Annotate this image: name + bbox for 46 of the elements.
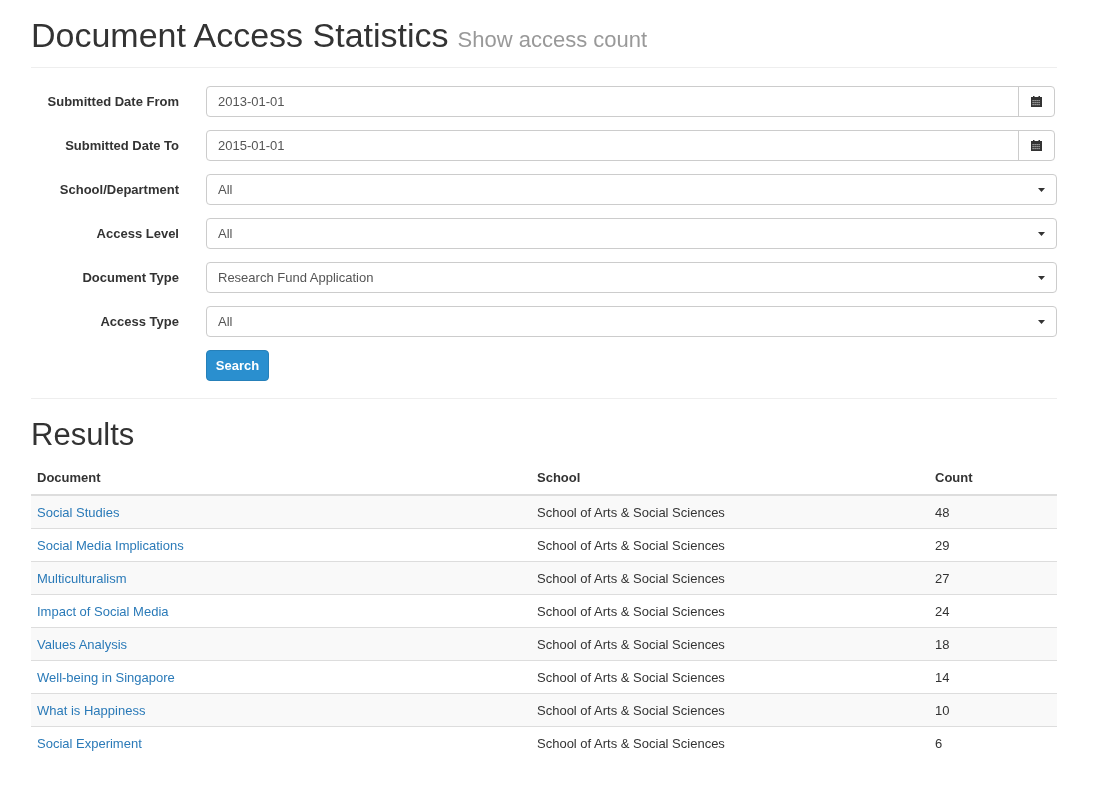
date-field[interactable]: 2015-01-01 bbox=[206, 130, 1055, 161]
count-cell: 29 bbox=[935, 537, 950, 553]
calendar-icon bbox=[1031, 96, 1042, 107]
count-cell: 27 bbox=[935, 570, 950, 586]
select-field[interactable]: All bbox=[206, 306, 1057, 337]
school-cell: School of Arts & Social Sciences bbox=[537, 636, 725, 652]
select-field[interactable]: All bbox=[206, 174, 1057, 205]
calendar-icon bbox=[1031, 140, 1042, 151]
document-link[interactable]: Social Experiment bbox=[37, 735, 142, 751]
field-label: Document Type bbox=[81, 270, 179, 285]
page-title: Document Access Statistics bbox=[31, 16, 449, 55]
page-subtitle: Show access count bbox=[457, 27, 648, 53]
field-label: Submitted Date From bbox=[46, 94, 179, 109]
field-label: Submitted Date To bbox=[64, 138, 179, 153]
caret-icon bbox=[1037, 275, 1045, 280]
results-heading: Results bbox=[31, 417, 136, 453]
document-link[interactable]: Social Media Implications bbox=[37, 537, 184, 553]
count-cell: 10 bbox=[935, 702, 950, 718]
school-cell: School of Arts & Social Sciences bbox=[537, 669, 725, 685]
field-label: School/Department bbox=[58, 182, 179, 197]
field-label: Access Level bbox=[95, 226, 179, 241]
caret-icon bbox=[1037, 231, 1045, 236]
school-cell: School of Arts & Social Sciences bbox=[537, 570, 725, 586]
select-field[interactable]: All bbox=[206, 218, 1057, 249]
select-field[interactable]: Research Fund Application bbox=[206, 262, 1057, 293]
school-cell: School of Arts & Social Sciences bbox=[537, 603, 725, 619]
school-cell: School of Arts & Social Sciences bbox=[537, 504, 725, 520]
school-cell: School of Arts & Social Sciences bbox=[537, 702, 725, 718]
document-link[interactable]: Values Analysis bbox=[37, 636, 128, 652]
document-link[interactable]: Social Studies bbox=[37, 504, 120, 520]
field-label: Access Type bbox=[99, 314, 179, 329]
count-cell: 18 bbox=[935, 636, 950, 652]
date-field[interactable]: 2013-01-01 bbox=[206, 86, 1055, 117]
school-cell: School of Arts & Social Sciences bbox=[537, 537, 725, 553]
caret-icon bbox=[1037, 319, 1045, 324]
search-button[interactable]: Search bbox=[206, 350, 269, 381]
document-link[interactable]: What is Happiness bbox=[37, 702, 146, 718]
document-link[interactable]: Impact of Social Media bbox=[37, 603, 169, 619]
count-cell: 48 bbox=[935, 504, 950, 520]
count-cell: 14 bbox=[935, 669, 950, 685]
document-link[interactable]: Well-being in Singapore bbox=[37, 669, 175, 685]
caret-icon bbox=[1037, 187, 1045, 192]
count-cell: 24 bbox=[935, 603, 950, 619]
school-cell: School of Arts & Social Sciences bbox=[537, 735, 725, 751]
document-link[interactable]: Multiculturalism bbox=[37, 570, 127, 586]
count-cell: 6 bbox=[935, 735, 943, 751]
